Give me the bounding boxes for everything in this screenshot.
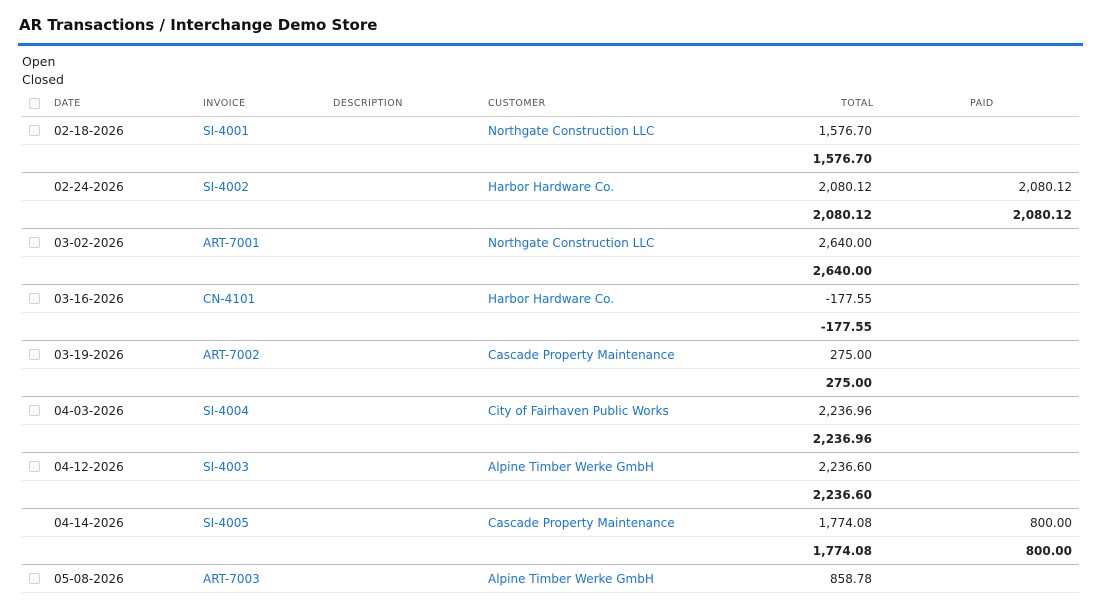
row-total: 1,576.70: [818, 124, 872, 138]
table-row: 02-24-2026 SI-4002 Harbor Hardware Co. 2,08…: [22, 173, 1079, 201]
subtotal-row: -177.55: [22, 313, 1079, 341]
row-checkbox[interactable]: [29, 461, 40, 472]
row-checkbox[interactable]: [29, 349, 40, 360]
row-total: 1,774.08: [818, 516, 872, 530]
table-row: 04-12-2026 SI-4003 Alpine Timber Werke Gmb…: [22, 453, 1079, 481]
row-customer-link[interactable]: Harbor Hardware Co.: [488, 180, 614, 194]
row-customer-link[interactable]: Cascade Property Maintenance: [488, 348, 675, 362]
subtotal-total: 2,236.96: [812, 432, 872, 446]
row-date: 02-18-2026: [54, 124, 124, 138]
subtotal-row: 2,236.60: [22, 481, 1079, 509]
subtotal-row: 275.00: [22, 369, 1079, 397]
row-customer-link[interactable]: Alpine Timber Werke GmbH: [488, 460, 654, 474]
row-date: 04-03-2026: [54, 404, 124, 418]
row-customer-link[interactable]: Harbor Hardware Co.: [488, 292, 614, 306]
row-total: 2,236.96: [818, 404, 872, 418]
row-checkbox[interactable]: [29, 405, 40, 416]
subtotal-row: 1,576.70: [22, 145, 1079, 173]
row-invoice-link[interactable]: SI-4002: [203, 180, 249, 194]
table-body: 02-18-2026 SI-4001 Northgate Construction …: [22, 117, 1079, 602]
row-paid: 2,080.12: [1018, 180, 1072, 194]
row-checkbox[interactable]: [29, 125, 40, 136]
row-invoice-link[interactable]: SI-4003: [203, 460, 249, 474]
subtotal-paid: 2,080.12: [1012, 208, 1072, 222]
row-invoice-link[interactable]: SI-4005: [203, 516, 249, 530]
subtotal-total: -177.55: [820, 320, 872, 334]
column-header-description[interactable]: DESCRIPTION: [333, 98, 403, 109]
column-header-customer[interactable]: CUSTOMER: [488, 98, 546, 109]
row-invoice-link[interactable]: ART-7002: [203, 348, 260, 362]
table-row: 04-14-2026 SI-4005 Cascade Property Mainte…: [22, 509, 1079, 537]
subtotal-total: 1,774.08: [812, 544, 872, 558]
column-header-paid[interactable]: PAID: [970, 98, 994, 109]
row-date: 02-24-2026: [54, 180, 124, 194]
row-customer-link[interactable]: Northgate Construction LLC: [488, 124, 654, 138]
subtotal-paid: 800.00: [1025, 544, 1072, 558]
filter-open-link[interactable]: Open: [22, 54, 55, 69]
table-row: 03-02-2026 ART-7001 Northgate Construction…: [22, 229, 1079, 257]
row-invoice-link[interactable]: ART-7001: [203, 236, 260, 250]
row-invoice-link[interactable]: CN-4101: [203, 292, 255, 306]
row-date: 04-12-2026: [54, 460, 124, 474]
column-header-invoice[interactable]: INVOICE: [203, 98, 246, 109]
row-total: 858.78: [830, 572, 872, 586]
row-total: 2,236.60: [818, 460, 872, 474]
subtotal-total: 2,080.12: [812, 208, 872, 222]
subtotal-total: 2,236.60: [812, 488, 872, 502]
row-customer-link[interactable]: Northgate Construction LLC: [488, 236, 654, 250]
row-date: 03-19-2026: [54, 348, 124, 362]
subtotal-row: 1,774.08 800.00: [22, 537, 1079, 565]
subtotal-row: 2,080.12 2,080.12: [22, 201, 1079, 229]
table-row: 03-19-2026 ART-7002 Cascade Property Maint…: [22, 341, 1079, 369]
row-invoice-link[interactable]: ART-7003: [203, 572, 260, 586]
row-paid: 800.00: [1030, 516, 1072, 530]
table-row: 03-16-2026 CN-4101 Harbor Hardware Co. -177…: [22, 285, 1079, 313]
title-bar: AR Transactions / Interchange Demo Store: [18, 0, 1083, 46]
row-total: 2,640.00: [818, 236, 872, 250]
row-checkbox[interactable]: [29, 573, 40, 584]
subtotal-total: 275.00: [825, 376, 872, 390]
row-customer-link[interactable]: City of Fairhaven Public Works: [488, 404, 669, 418]
table-row: 05-08-2026 ART-7003 Alpine Timber Werke Gm…: [22, 565, 1079, 593]
table-header: DATE INVOICE DESCRIPTION CUSTOMER TOTAL …: [22, 92, 1079, 117]
page-title: AR Transactions / Interchange Demo Store: [19, 16, 378, 34]
row-date: 04-14-2026: [54, 516, 124, 530]
row-total: 275.00: [830, 348, 872, 362]
subtotal-row: 2,236.96: [22, 425, 1079, 453]
subtotal-row: 2,640.00: [22, 257, 1079, 285]
row-invoice-link[interactable]: SI-4001: [203, 124, 249, 138]
column-header-total[interactable]: TOTAL: [841, 98, 874, 109]
ar-transactions-page: AR Transactions / Interchange Demo Store…: [0, 0, 1100, 602]
table-row: 04-03-2026 SI-4004 City of Fairhaven Publi…: [22, 397, 1079, 425]
select-all-checkbox[interactable]: [29, 98, 40, 109]
subtotal-total: 1,576.70: [812, 152, 872, 166]
row-total: 2,080.12: [818, 180, 872, 194]
subtotal-total: 2,640.00: [812, 264, 872, 278]
row-date: 03-16-2026: [54, 292, 124, 306]
subtotal-row: 858.78: [22, 593, 1079, 602]
row-date: 05-08-2026: [54, 572, 124, 586]
row-checkbox[interactable]: [29, 293, 40, 304]
table-row: 02-18-2026 SI-4001 Northgate Construction …: [22, 117, 1079, 145]
column-header-date[interactable]: DATE: [54, 98, 81, 109]
transactions-table: DATE INVOICE DESCRIPTION CUSTOMER TOTAL …: [22, 92, 1079, 602]
row-total: -177.55: [825, 292, 872, 306]
row-customer-link[interactable]: Cascade Property Maintenance: [488, 516, 675, 530]
filter-closed-link[interactable]: Closed: [22, 72, 64, 87]
row-invoice-link[interactable]: SI-4004: [203, 404, 249, 418]
row-customer-link[interactable]: Alpine Timber Werke GmbH: [488, 572, 654, 586]
row-checkbox[interactable]: [29, 237, 40, 248]
row-date: 03-02-2026: [54, 236, 124, 250]
